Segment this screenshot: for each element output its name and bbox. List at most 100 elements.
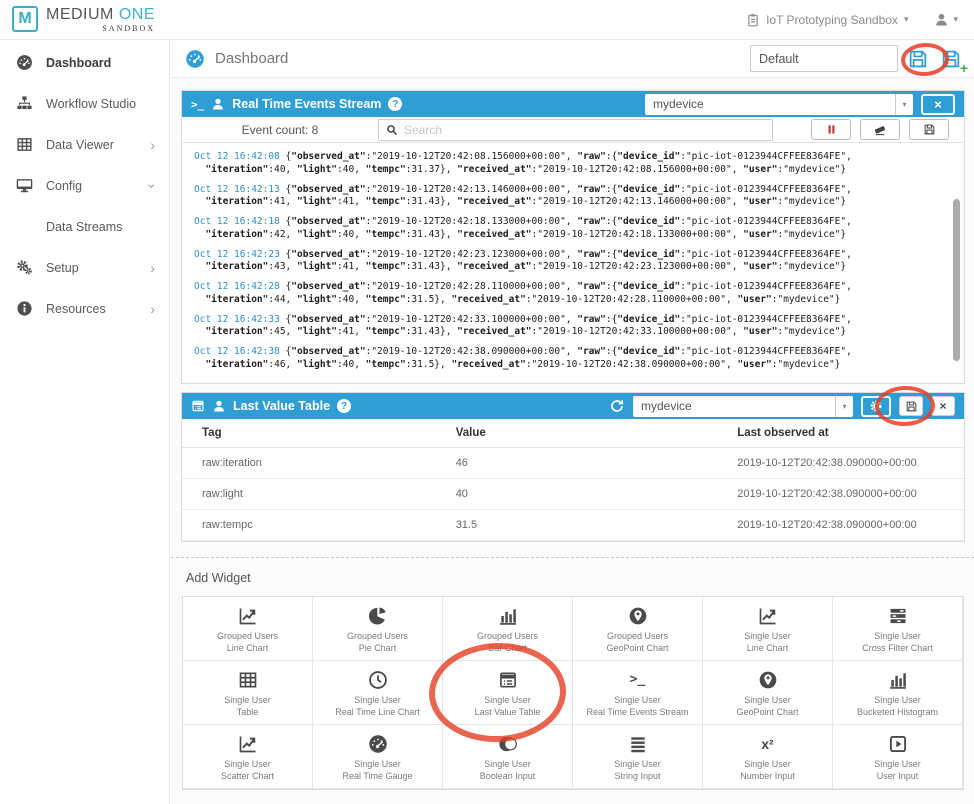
sidebar: Dashboard Workflow Studio Data Viewer › … bbox=[0, 40, 170, 804]
table-icon bbox=[238, 670, 258, 690]
widget-option-single-user-scatter-chart[interactable]: Single User Scatter Chart bbox=[183, 725, 313, 789]
save-lvt-button[interactable] bbox=[899, 396, 923, 416]
pause-icon bbox=[825, 123, 838, 136]
list-table-icon bbox=[191, 399, 205, 413]
log-entry: Oct 12 16:42:18 {"observed_at":"2019-10-… bbox=[194, 216, 954, 241]
refresh-button[interactable] bbox=[609, 398, 625, 414]
widget-option-single-user-cross-filter-chart[interactable]: Single User Cross Filter Chart bbox=[833, 597, 963, 661]
x-squared-icon: x² bbox=[761, 737, 773, 751]
chevron-down-icon: ▾ bbox=[953, 14, 958, 25]
add-widget-grid: Grouped Users Line Chart Grouped Users P… bbox=[182, 596, 964, 790]
sidebar-item-resources[interactable]: Resources › bbox=[0, 288, 169, 329]
floppy-icon bbox=[923, 123, 936, 136]
settings-button[interactable] bbox=[861, 396, 891, 417]
close-lvt-button[interactable]: × bbox=[931, 396, 955, 416]
pause-button[interactable] bbox=[811, 119, 851, 140]
widget-option-type: Table bbox=[237, 707, 259, 718]
widget-option-single-user-table[interactable]: Single User Table bbox=[183, 661, 313, 725]
widget-option-grouped-users-line-chart[interactable]: Grouped Users Line Chart bbox=[183, 597, 313, 661]
widget-option-single-user-line-chart[interactable]: Single User Line Chart bbox=[703, 597, 833, 661]
globe-icon bbox=[628, 606, 648, 626]
sidebar-item-label: Resources bbox=[46, 302, 106, 316]
eraser-icon bbox=[873, 123, 887, 137]
brand-name-primary: MEDIUM bbox=[46, 6, 114, 23]
sidebar-item-data-streams[interactable]: Data Streams bbox=[0, 206, 169, 247]
gears-icon bbox=[16, 259, 33, 276]
widget-option-type: Real Time Gauge bbox=[342, 771, 412, 782]
widget-option-single-user-real-time-events-stream[interactable]: >_ Single User Real Time Events Stream bbox=[573, 661, 703, 725]
search-input[interactable] bbox=[404, 123, 765, 137]
refresh-icon bbox=[609, 398, 625, 414]
bar-chart-icon bbox=[888, 670, 908, 690]
table-cell: 2019-10-12T20:42:38.090000+00:00 bbox=[737, 510, 964, 541]
events-widget-header: >_ Real Time Events Stream ? mydevice ▾ … bbox=[182, 91, 964, 117]
device-select[interactable]: mydevice ▾ bbox=[645, 94, 913, 115]
close-widget-button[interactable]: × bbox=[921, 94, 955, 115]
add-widget-label: Add Widget bbox=[186, 571, 964, 585]
cross-filter-icon bbox=[888, 606, 908, 626]
widget-option-single-user-real-time-line-chart[interactable]: Single User Real Time Line Chart bbox=[313, 661, 443, 725]
brand-name-secondary: ONE bbox=[119, 6, 155, 23]
table-row: raw:tempc31.52019-10-12T20:42:38.090000+… bbox=[182, 510, 964, 541]
widget-option-single-user-user-input[interactable]: Single User User Input bbox=[833, 725, 963, 789]
save-dashboard-button[interactable] bbox=[905, 46, 931, 72]
widget-option-grouped-users-pie-chart[interactable]: Grouped Users Pie Chart bbox=[313, 597, 443, 661]
table-cell: 46 bbox=[456, 448, 738, 479]
sidebar-item-config[interactable]: Config › bbox=[0, 165, 169, 206]
device-select[interactable]: mydevice ▾ bbox=[633, 396, 853, 417]
widget-option-type: Number Input bbox=[740, 771, 795, 782]
save-events-button[interactable] bbox=[909, 119, 949, 140]
sidebar-item-setup[interactable]: Setup › bbox=[0, 247, 169, 288]
widget-option-single-user-geopoint-chart[interactable]: Single User GeoPoint Chart bbox=[703, 661, 833, 725]
table-cell: raw:iteration bbox=[182, 448, 456, 479]
widget-option-type: Line Chart bbox=[747, 643, 789, 654]
floppy-plus-icon bbox=[940, 48, 962, 70]
logo-mark: M bbox=[12, 6, 38, 32]
sidebar-item-label: Setup bbox=[46, 261, 79, 275]
toggle-icon bbox=[498, 734, 518, 754]
scrollbar-thumb[interactable] bbox=[953, 199, 960, 361]
widget-title: Last Value Table bbox=[233, 399, 330, 413]
column-header-tag: Tag bbox=[182, 419, 456, 448]
main-content: Dashboard + >_ Real Time Events Stream ? bbox=[171, 40, 974, 804]
chevron-down-icon: › bbox=[146, 183, 160, 188]
chevron-right-icon: › bbox=[150, 302, 155, 316]
widget-option-group: Grouped Users bbox=[607, 631, 668, 642]
table-cell: raw:light bbox=[182, 479, 456, 510]
clear-button[interactable] bbox=[860, 119, 900, 140]
events-log[interactable]: Oct 12 16:42:08 {"observed_at":"2019-10-… bbox=[182, 143, 964, 383]
info-icon bbox=[16, 300, 33, 317]
widget-option-single-user-number-input[interactable]: x² Single User Number Input bbox=[703, 725, 833, 789]
widget-option-single-user-bucketed-histogram[interactable]: Single User Bucketed Histogram bbox=[833, 661, 963, 725]
terminal-icon: >_ bbox=[191, 98, 204, 111]
search-icon bbox=[386, 124, 398, 136]
workspace-menu[interactable]: IoT Prototyping Sandbox ▾ bbox=[746, 13, 908, 27]
widget-option-group: Single User bbox=[224, 759, 271, 770]
widget-option-type: Boolean Input bbox=[480, 771, 536, 782]
sidebar-item-data-viewer[interactable]: Data Viewer › bbox=[0, 124, 169, 165]
help-icon[interactable]: ? bbox=[337, 399, 351, 413]
add-dashboard-button[interactable]: + bbox=[938, 46, 964, 72]
brand-logo[interactable]: M MEDIUM ONE SANDBOX bbox=[12, 6, 155, 33]
widget-option-grouped-users-geopoint-chart[interactable]: Grouped Users GeoPoint Chart bbox=[573, 597, 703, 661]
user-menu[interactable]: ▾ bbox=[934, 12, 958, 27]
list-table-icon bbox=[498, 670, 518, 690]
widget-option-type: Real Time Line Chart bbox=[335, 707, 420, 718]
widget-option-grouped-users-bar-chart[interactable]: Grouped Users Bar Chart bbox=[443, 597, 573, 661]
gear-icon bbox=[869, 399, 883, 413]
widget-option-single-user-last-value-table[interactable]: Single User Last Value Table bbox=[443, 661, 573, 725]
sidebar-item-workflow-studio[interactable]: Workflow Studio bbox=[0, 83, 169, 124]
help-icon[interactable]: ? bbox=[388, 97, 402, 111]
widget-option-single-user-real-time-gauge[interactable]: Single User Real Time Gauge bbox=[313, 725, 443, 789]
sidebar-item-label: Config bbox=[46, 179, 82, 193]
dashboard-name-input[interactable] bbox=[750, 45, 898, 72]
sitemap-icon bbox=[16, 95, 33, 112]
line-chart-icon bbox=[238, 606, 258, 626]
widget-option-type: User Input bbox=[877, 771, 919, 782]
sidebar-item-dashboard[interactable]: Dashboard bbox=[0, 42, 169, 83]
widget-option-single-user-boolean-input[interactable]: Single User Boolean Input bbox=[443, 725, 573, 789]
widget-option-type: Last Value Table bbox=[475, 707, 541, 718]
floppy-icon bbox=[907, 48, 929, 70]
last-value-table: TagValueLast observed at raw:iteration46… bbox=[182, 419, 964, 541]
widget-option-single-user-string-input[interactable]: Single User String Input bbox=[573, 725, 703, 789]
